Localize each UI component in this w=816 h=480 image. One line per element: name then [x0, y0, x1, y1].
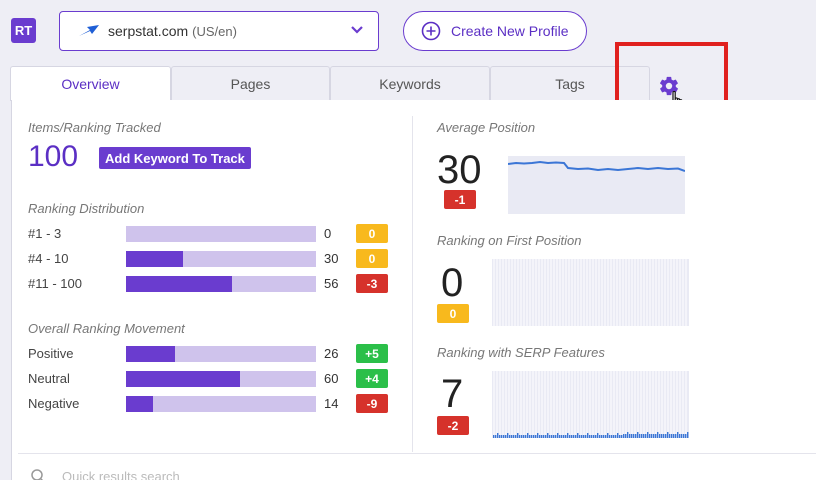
- items-tracked-count: 100: [28, 140, 79, 173]
- tab-pages[interactable]: Pages: [171, 66, 330, 100]
- first-position-value: 0: [441, 261, 464, 305]
- dist-row-label: #11 - 100: [28, 276, 82, 291]
- search-placeholder: Quick results search: [62, 468, 180, 480]
- dist-bar: [126, 276, 316, 292]
- move-value: 60: [324, 371, 339, 386]
- move-row-label: Positive: [28, 346, 74, 361]
- add-keyword-button[interactable]: Add Keyword To Track: [99, 147, 251, 169]
- change-badge: +4: [356, 369, 388, 388]
- search-icon: [31, 469, 44, 480]
- dist-bar: [126, 251, 316, 267]
- tab-keywords-label: Keywords: [379, 75, 441, 92]
- ranking-movement-label: Overall Ranking Movement: [28, 321, 185, 336]
- change-badge: +5: [356, 344, 388, 363]
- serpstat-logo-icon: [79, 25, 99, 36]
- profile-site-name: serpstat.com: [108, 23, 189, 39]
- plus-circle-icon: [421, 21, 441, 41]
- tab-tags-label: Tags: [555, 75, 585, 92]
- first-position-change: 0: [437, 304, 469, 323]
- move-row-label: Neutral: [28, 371, 70, 386]
- profile-region: (US/en): [192, 23, 237, 39]
- horizontal-divider: [18, 453, 816, 454]
- move-bar: [126, 396, 316, 412]
- change-badge: 0: [356, 224, 388, 243]
- move-bar-fill: [126, 371, 240, 387]
- move-bar-fill: [126, 346, 176, 362]
- average-position-label: Average Position: [437, 120, 536, 135]
- profile-select[interactable]: serpstat.com (US/en): [59, 11, 379, 51]
- dist-bar: [126, 226, 316, 242]
- move-value: 14: [324, 396, 339, 411]
- first-position-label: Ranking on First Position: [437, 233, 582, 248]
- move-value: 26: [324, 346, 339, 361]
- move-bar: [126, 346, 316, 362]
- items-tracked-label: Items/Ranking Tracked: [28, 120, 161, 135]
- serp-features-label: Ranking with SERP Features: [437, 345, 605, 360]
- move-row-label: Negative: [28, 396, 80, 411]
- ranking-distribution-label: Ranking Distribution: [28, 201, 145, 216]
- create-profile-label: Create New Profile: [451, 23, 569, 39]
- change-badge: -9: [356, 394, 388, 413]
- serp-features-value: 7: [441, 372, 464, 416]
- change-badge: -3: [356, 274, 388, 293]
- dist-row-label: #4 - 10: [28, 251, 69, 266]
- create-profile-button[interactable]: Create New Profile: [403, 11, 587, 51]
- dist-row-label: #1 - 3: [28, 226, 62, 241]
- average-position-value: 30: [437, 148, 482, 192]
- serp-features-chart: [492, 371, 689, 438]
- move-bar-fill: [126, 396, 153, 412]
- change-badge: 0: [356, 249, 388, 268]
- tab-pages-label: Pages: [230, 75, 271, 92]
- dist-value: 0: [324, 226, 332, 241]
- dist-bar-fill: [126, 276, 233, 292]
- average-position-change: -1: [444, 190, 476, 209]
- app-logo: RT: [11, 18, 36, 43]
- dist-value: 56: [324, 276, 339, 291]
- first-position-chart: [492, 259, 689, 326]
- quick-search[interactable]: Quick results search: [30, 468, 180, 480]
- tab-overview[interactable]: Overview: [10, 66, 171, 101]
- serp-features-change: -2: [437, 416, 469, 435]
- move-bar: [126, 371, 316, 387]
- tab-keywords[interactable]: Keywords: [330, 66, 490, 100]
- tab-overview-label: Overview: [61, 76, 120, 92]
- average-position-chart: [508, 156, 685, 214]
- dist-value: 30: [324, 251, 339, 266]
- overview-panel: Items/Ranking Tracked 100 Add Keyword To…: [11, 100, 816, 480]
- vertical-divider: [412, 116, 413, 452]
- chevron-down-icon: [351, 26, 363, 34]
- dist-bar-fill: [126, 251, 183, 267]
